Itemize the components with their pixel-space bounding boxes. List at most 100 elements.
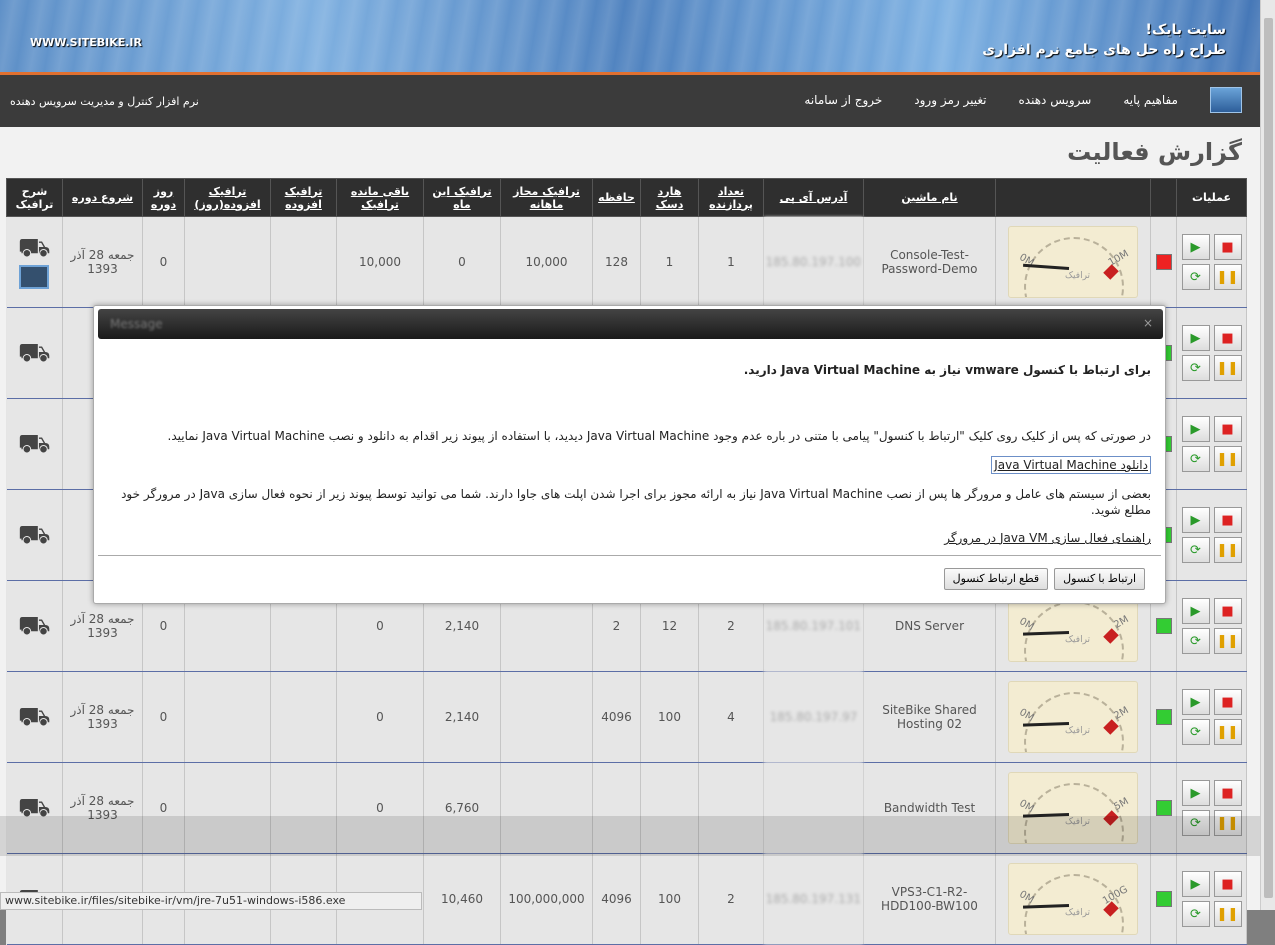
- play-icon[interactable]: ▶: [1181, 689, 1210, 715]
- play-icon[interactable]: ▶: [1181, 871, 1210, 897]
- app-name: نرم افزار کنترل و مدیریت سرویس دهنده: [10, 95, 199, 108]
- traffic-gauge: 0M 10M ترافیک: [1008, 226, 1138, 298]
- col-extra-traffic[interactable]: ترافیک افزوده: [270, 178, 337, 217]
- remaining-traffic-cell: 0: [336, 671, 424, 763]
- ops-buttons: ■ ▶ ❚❚ ⟳: [1179, 325, 1244, 381]
- table-row: ■ ▶ ❚❚ ⟳ 0M 10M ترافیک Console-Test-Password-De…: [6, 216, 1247, 308]
- ip-cell: 185.80.197.131: [763, 853, 864, 945]
- restart-icon[interactable]: ⟳: [1181, 901, 1210, 927]
- col-cpu[interactable]: تعداد پردازنده: [698, 178, 764, 217]
- col-ops: عملیات: [1176, 178, 1247, 217]
- stop-icon[interactable]: ■: [1213, 689, 1242, 715]
- machine-name-cell[interactable]: Console-Test-Password-Demo: [863, 216, 996, 308]
- truck-clock-icon[interactable]: ⛟: [9, 522, 61, 548]
- ops-cell: ■ ▶ ❚❚ ⟳: [1176, 671, 1247, 763]
- dialog-buttons: ارتباط با کنسول قطع ارتباط کنسول: [943, 568, 1145, 590]
- home-icon[interactable]: [1210, 87, 1242, 113]
- restart-icon[interactable]: ⟳: [1181, 628, 1210, 654]
- extra-traffic-day-cell: [184, 671, 271, 763]
- truck-clock-icon[interactable]: ⛟: [9, 704, 61, 730]
- machine-name-cell[interactable]: SiteBike Shared Hosting 02: [863, 671, 996, 763]
- stop-icon[interactable]: ■: [1213, 598, 1242, 624]
- nav-item-servers[interactable]: سرویس دهنده: [1009, 86, 1114, 114]
- site-title: سایت بایک! طراح راه حل های جامع نرم افزا…: [982, 20, 1226, 60]
- monthly-traffic-cell: [500, 671, 593, 763]
- restart-icon[interactable]: ⟳: [1181, 355, 1210, 381]
- col-machine-name[interactable]: نام ماشین: [863, 178, 996, 217]
- restart-icon[interactable]: ⟳: [1181, 446, 1210, 472]
- ops-buttons: ■ ▶ ❚❚ ⟳: [1179, 507, 1244, 563]
- console-icon[interactable]: [19, 265, 50, 289]
- truck-clock-icon[interactable]: ⛟: [9, 613, 61, 639]
- stop-icon[interactable]: ■: [1213, 871, 1242, 897]
- ops-cell: ■ ▶ ❚❚ ⟳: [1176, 398, 1247, 490]
- col-period-days[interactable]: روز دوره: [142, 178, 185, 217]
- table-header-row: عملیات نام ماشین آدرس آی پی تعداد پردازن…: [6, 178, 1247, 217]
- ops-cell: ■ ▶ ❚❚ ⟳: [1176, 489, 1247, 581]
- play-icon[interactable]: ▶: [1181, 507, 1210, 533]
- play-icon[interactable]: ▶: [1181, 325, 1210, 351]
- dialog-line-requirement: برای ارتباط با کنسول vmware نیاز به Java…: [743, 363, 1151, 377]
- pause-icon[interactable]: ❚❚: [1213, 719, 1242, 745]
- pause-icon[interactable]: ❚❚: [1213, 628, 1242, 654]
- col-memory[interactable]: حافظه: [592, 178, 641, 217]
- scrollbar-thumb[interactable]: [1264, 18, 1273, 898]
- close-icon[interactable]: ×: [1143, 316, 1153, 330]
- restart-icon[interactable]: ⟳: [1181, 264, 1210, 290]
- restart-icon[interactable]: ⟳: [1181, 537, 1210, 563]
- col-period-start[interactable]: شروع دوره: [62, 178, 143, 217]
- col-this-month-traffic[interactable]: ترافیک این ماه: [423, 178, 501, 217]
- col-extra-traffic-day[interactable]: ترافیک افزوده(روز): [184, 178, 271, 217]
- nav-item-basics[interactable]: مفاهیم پایه: [1113, 86, 1200, 114]
- this-month-traffic-cell: 2,140: [423, 671, 501, 763]
- page-title: گزارش فعالیت: [1067, 138, 1242, 166]
- pause-icon[interactable]: ❚❚: [1213, 901, 1242, 927]
- traffic-gauge: 0M 100G ترافیک: [1008, 863, 1138, 935]
- stop-icon[interactable]: ■: [1213, 325, 1242, 351]
- disk-cell: 100: [640, 853, 699, 945]
- nav-item-change-password[interactable]: تغییر رمز ورود: [904, 86, 1008, 114]
- browser-status-url: www.sitebike.ir/files/sitebike-ir/vm/jre…: [0, 892, 422, 910]
- stop-icon[interactable]: ■: [1213, 780, 1242, 806]
- play-icon[interactable]: ▶: [1181, 780, 1210, 806]
- pause-icon[interactable]: ❚❚: [1213, 446, 1242, 472]
- truck-clock-icon[interactable]: ⛟: [9, 340, 61, 366]
- pause-icon[interactable]: ❚❚: [1213, 355, 1242, 381]
- play-icon[interactable]: ▶: [1181, 598, 1210, 624]
- traffic-desc-cell: ⛟: [6, 398, 63, 490]
- status-indicator: [1155, 800, 1172, 816]
- cpu-cell: 1: [698, 216, 764, 308]
- shade-band: [0, 816, 1260, 856]
- dialog-line-permissions: بعضی از سیستم های عامل و مرورگر ها پس از…: [121, 487, 1151, 517]
- machine-name-cell[interactable]: VPS3-C1-R2-HDD100-BW100: [863, 853, 996, 945]
- truck-clock-icon[interactable]: ⛟: [9, 431, 61, 457]
- remaining-traffic-cell: 10,000: [336, 216, 424, 308]
- pause-icon[interactable]: ❚❚: [1213, 537, 1242, 563]
- col-ip[interactable]: آدرس آی پی: [763, 178, 864, 217]
- col-status: [1150, 178, 1177, 217]
- stop-icon[interactable]: ■: [1213, 507, 1242, 533]
- play-icon[interactable]: ▶: [1181, 416, 1210, 442]
- disconnect-console-button[interactable]: قطع ارتباط کنسول: [943, 568, 1049, 590]
- stop-icon[interactable]: ■: [1213, 234, 1242, 260]
- col-remaining-traffic[interactable]: باقی مانده ترافیک: [336, 178, 424, 217]
- this-month-traffic-cell: 0: [423, 216, 501, 308]
- memory-cell: 4096: [592, 671, 641, 763]
- traffic-desc-cell: ⛟: [6, 216, 63, 308]
- download-jvm-link[interactable]: دانلود Java Virtual Machine: [991, 456, 1151, 474]
- site-url[interactable]: WWW.SITEBIKE.IR: [30, 36, 142, 49]
- vertical-scrollbar[interactable]: [1260, 0, 1275, 910]
- connect-console-button[interactable]: ارتباط با کنسول: [1054, 568, 1145, 590]
- nav-item-logout[interactable]: خروج از سامانه: [794, 86, 904, 114]
- java-guide-link[interactable]: راهنمای فعال سازی Java VM در مرورگر: [944, 530, 1151, 546]
- pause-icon[interactable]: ❚❚: [1213, 264, 1242, 290]
- truck-clock-icon[interactable]: ⛟: [9, 235, 61, 261]
- stop-icon[interactable]: ■: [1213, 416, 1242, 442]
- col-monthly-traffic[interactable]: ترافیک مجاز ماهانه: [500, 178, 593, 217]
- restart-icon[interactable]: ⟳: [1181, 719, 1210, 745]
- ops-buttons: ■ ▶ ❚❚ ⟳: [1179, 416, 1244, 472]
- col-disk[interactable]: هارد دسک: [640, 178, 699, 217]
- cpu-cell: 2: [698, 853, 764, 945]
- ops-buttons: ■ ▶ ❚❚ ⟳: [1179, 871, 1244, 927]
- play-icon[interactable]: ▶: [1181, 234, 1210, 260]
